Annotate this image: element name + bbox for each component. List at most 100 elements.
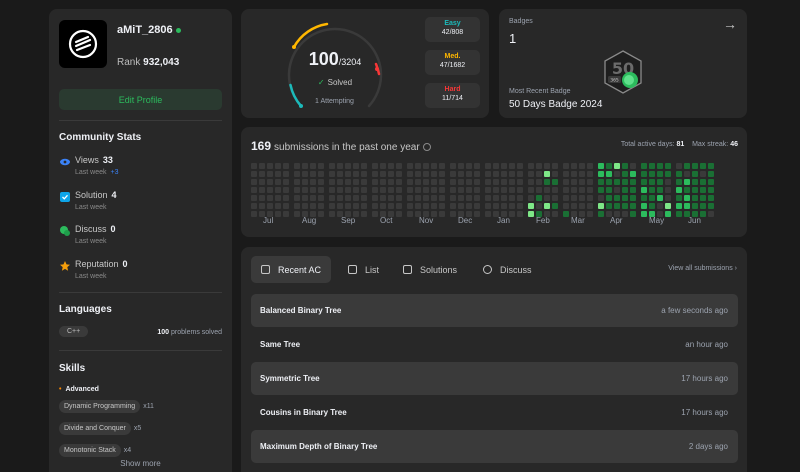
heatmap-cell[interactable] xyxy=(552,179,558,185)
heatmap-cell[interactable] xyxy=(439,171,445,177)
heatmap-cell[interactable] xyxy=(676,195,682,201)
heatmap-cell[interactable] xyxy=(536,163,542,169)
heatmap-cell[interactable] xyxy=(439,195,445,201)
heatmap-cell[interactable] xyxy=(267,163,273,169)
heatmap-cell[interactable] xyxy=(380,195,386,201)
heatmap-cell[interactable] xyxy=(466,195,472,201)
edit-profile-button[interactable]: Edit Profile xyxy=(59,89,222,110)
heatmap-cell[interactable] xyxy=(267,179,273,185)
heatmap-cell[interactable] xyxy=(579,171,585,177)
heatmap-cell[interactable] xyxy=(294,203,300,209)
heatmap-cell[interactable] xyxy=(294,195,300,201)
heatmap-cell[interactable] xyxy=(318,163,324,169)
heatmap-cell[interactable] xyxy=(641,203,647,209)
heatmap-cell[interactable] xyxy=(310,187,316,193)
heatmap-cell[interactable] xyxy=(501,195,507,201)
heatmap-cell[interactable] xyxy=(676,171,682,177)
difficulty-medium[interactable]: Med. 47/1682 xyxy=(425,50,480,75)
heatmap-cell[interactable] xyxy=(415,171,421,177)
heatmap-cell[interactable] xyxy=(458,195,464,201)
heatmap-cell[interactable] xyxy=(692,187,698,193)
heatmap-cell[interactable] xyxy=(474,179,480,185)
heatmap-cell[interactable] xyxy=(614,203,620,209)
heatmap-cell[interactable] xyxy=(536,203,542,209)
heatmap-cell[interactable] xyxy=(450,171,456,177)
heatmap-cell[interactable] xyxy=(275,195,281,201)
heatmap-cell[interactable] xyxy=(665,195,671,201)
heatmap-cell[interactable] xyxy=(407,187,413,193)
heatmap-cell[interactable] xyxy=(361,203,367,209)
skill-chip[interactable]: Dynamic Programming xyxy=(59,400,141,413)
heatmap-cell[interactable] xyxy=(630,203,636,209)
heatmap-cell[interactable] xyxy=(283,195,289,201)
submission-row[interactable]: Cousins in Binary Tree 17 hours ago xyxy=(251,396,738,429)
heatmap-cell[interactable] xyxy=(431,171,437,177)
heatmap-cell[interactable] xyxy=(345,171,351,177)
username[interactable]: aMiT_2806 xyxy=(117,24,181,36)
heatmap-cell[interactable] xyxy=(353,187,359,193)
heatmap-cell[interactable] xyxy=(517,171,523,177)
heatmap-cell[interactable] xyxy=(450,195,456,201)
heatmap-cell[interactable] xyxy=(423,171,429,177)
heatmap-cell[interactable] xyxy=(310,171,316,177)
heatmap-cell[interactable] xyxy=(283,179,289,185)
heatmap-cell[interactable] xyxy=(439,203,445,209)
heatmap-cell[interactable] xyxy=(598,211,604,217)
heatmap-cell[interactable] xyxy=(517,187,523,193)
heatmap-cell[interactable] xyxy=(692,171,698,177)
heatmap-cell[interactable] xyxy=(544,163,550,169)
difficulty-hard[interactable]: Hard 11/714 xyxy=(425,83,480,108)
heatmap-cell[interactable] xyxy=(571,179,577,185)
heatmap-cell[interactable] xyxy=(598,179,604,185)
heatmap-cell[interactable] xyxy=(544,187,550,193)
heatmap-cell[interactable] xyxy=(396,187,402,193)
heatmap-cell[interactable] xyxy=(396,203,402,209)
heatmap-cell[interactable] xyxy=(485,203,491,209)
heatmap-cell[interactable] xyxy=(587,195,593,201)
heatmap-cell[interactable] xyxy=(439,179,445,185)
heatmap-cell[interactable] xyxy=(606,179,612,185)
heatmap-cell[interactable] xyxy=(614,163,620,169)
tab-recent-ac[interactable]: Recent AC xyxy=(251,256,332,283)
heatmap-cell[interactable] xyxy=(407,171,413,177)
heatmap-cell[interactable] xyxy=(684,163,690,169)
heatmap-cell[interactable] xyxy=(474,195,480,201)
heatmap-cell[interactable] xyxy=(337,187,343,193)
heatmap-cell[interactable] xyxy=(396,171,402,177)
heatmap-cell[interactable] xyxy=(684,171,690,177)
heatmap-cell[interactable] xyxy=(598,195,604,201)
heatmap-cell[interactable] xyxy=(251,211,257,217)
heatmap-cell[interactable] xyxy=(665,171,671,177)
heatmap-cell[interactable] xyxy=(493,187,499,193)
heatmap-cell[interactable] xyxy=(380,171,386,177)
heatmap-cell[interactable] xyxy=(388,163,394,169)
heatmap-cell[interactable] xyxy=(501,163,507,169)
heatmap-cell[interactable] xyxy=(708,163,714,169)
heatmap-cell[interactable] xyxy=(622,179,628,185)
heatmap-cell[interactable] xyxy=(684,187,690,193)
heatmap-cell[interactable] xyxy=(302,195,308,201)
heatmap-cell[interactable] xyxy=(431,163,437,169)
heatmap-cell[interactable] xyxy=(579,163,585,169)
heatmap-cell[interactable] xyxy=(251,163,257,169)
heatmap-cell[interactable] xyxy=(474,203,480,209)
heatmap-cell[interactable] xyxy=(318,203,324,209)
heatmap-cell[interactable] xyxy=(649,171,655,177)
heatmap-cell[interactable] xyxy=(318,179,324,185)
heatmap-cell[interactable] xyxy=(372,179,378,185)
heatmap-cell[interactable] xyxy=(598,203,604,209)
heatmap-cell[interactable] xyxy=(665,187,671,193)
heatmap-cell[interactable] xyxy=(700,163,706,169)
heatmap-cell[interactable] xyxy=(657,179,663,185)
heatmap-cell[interactable] xyxy=(372,211,378,217)
heatmap-cell[interactable] xyxy=(439,187,445,193)
heatmap-cell[interactable] xyxy=(649,187,655,193)
heatmap-cell[interactable] xyxy=(407,211,413,217)
heatmap-cell[interactable] xyxy=(415,187,421,193)
heatmap-cell[interactable] xyxy=(474,163,480,169)
heatmap-cell[interactable] xyxy=(657,163,663,169)
heatmap-cell[interactable] xyxy=(439,211,445,217)
heatmap-cell[interactable] xyxy=(676,187,682,193)
heatmap-cell[interactable] xyxy=(579,203,585,209)
heatmap-cell[interactable] xyxy=(587,163,593,169)
